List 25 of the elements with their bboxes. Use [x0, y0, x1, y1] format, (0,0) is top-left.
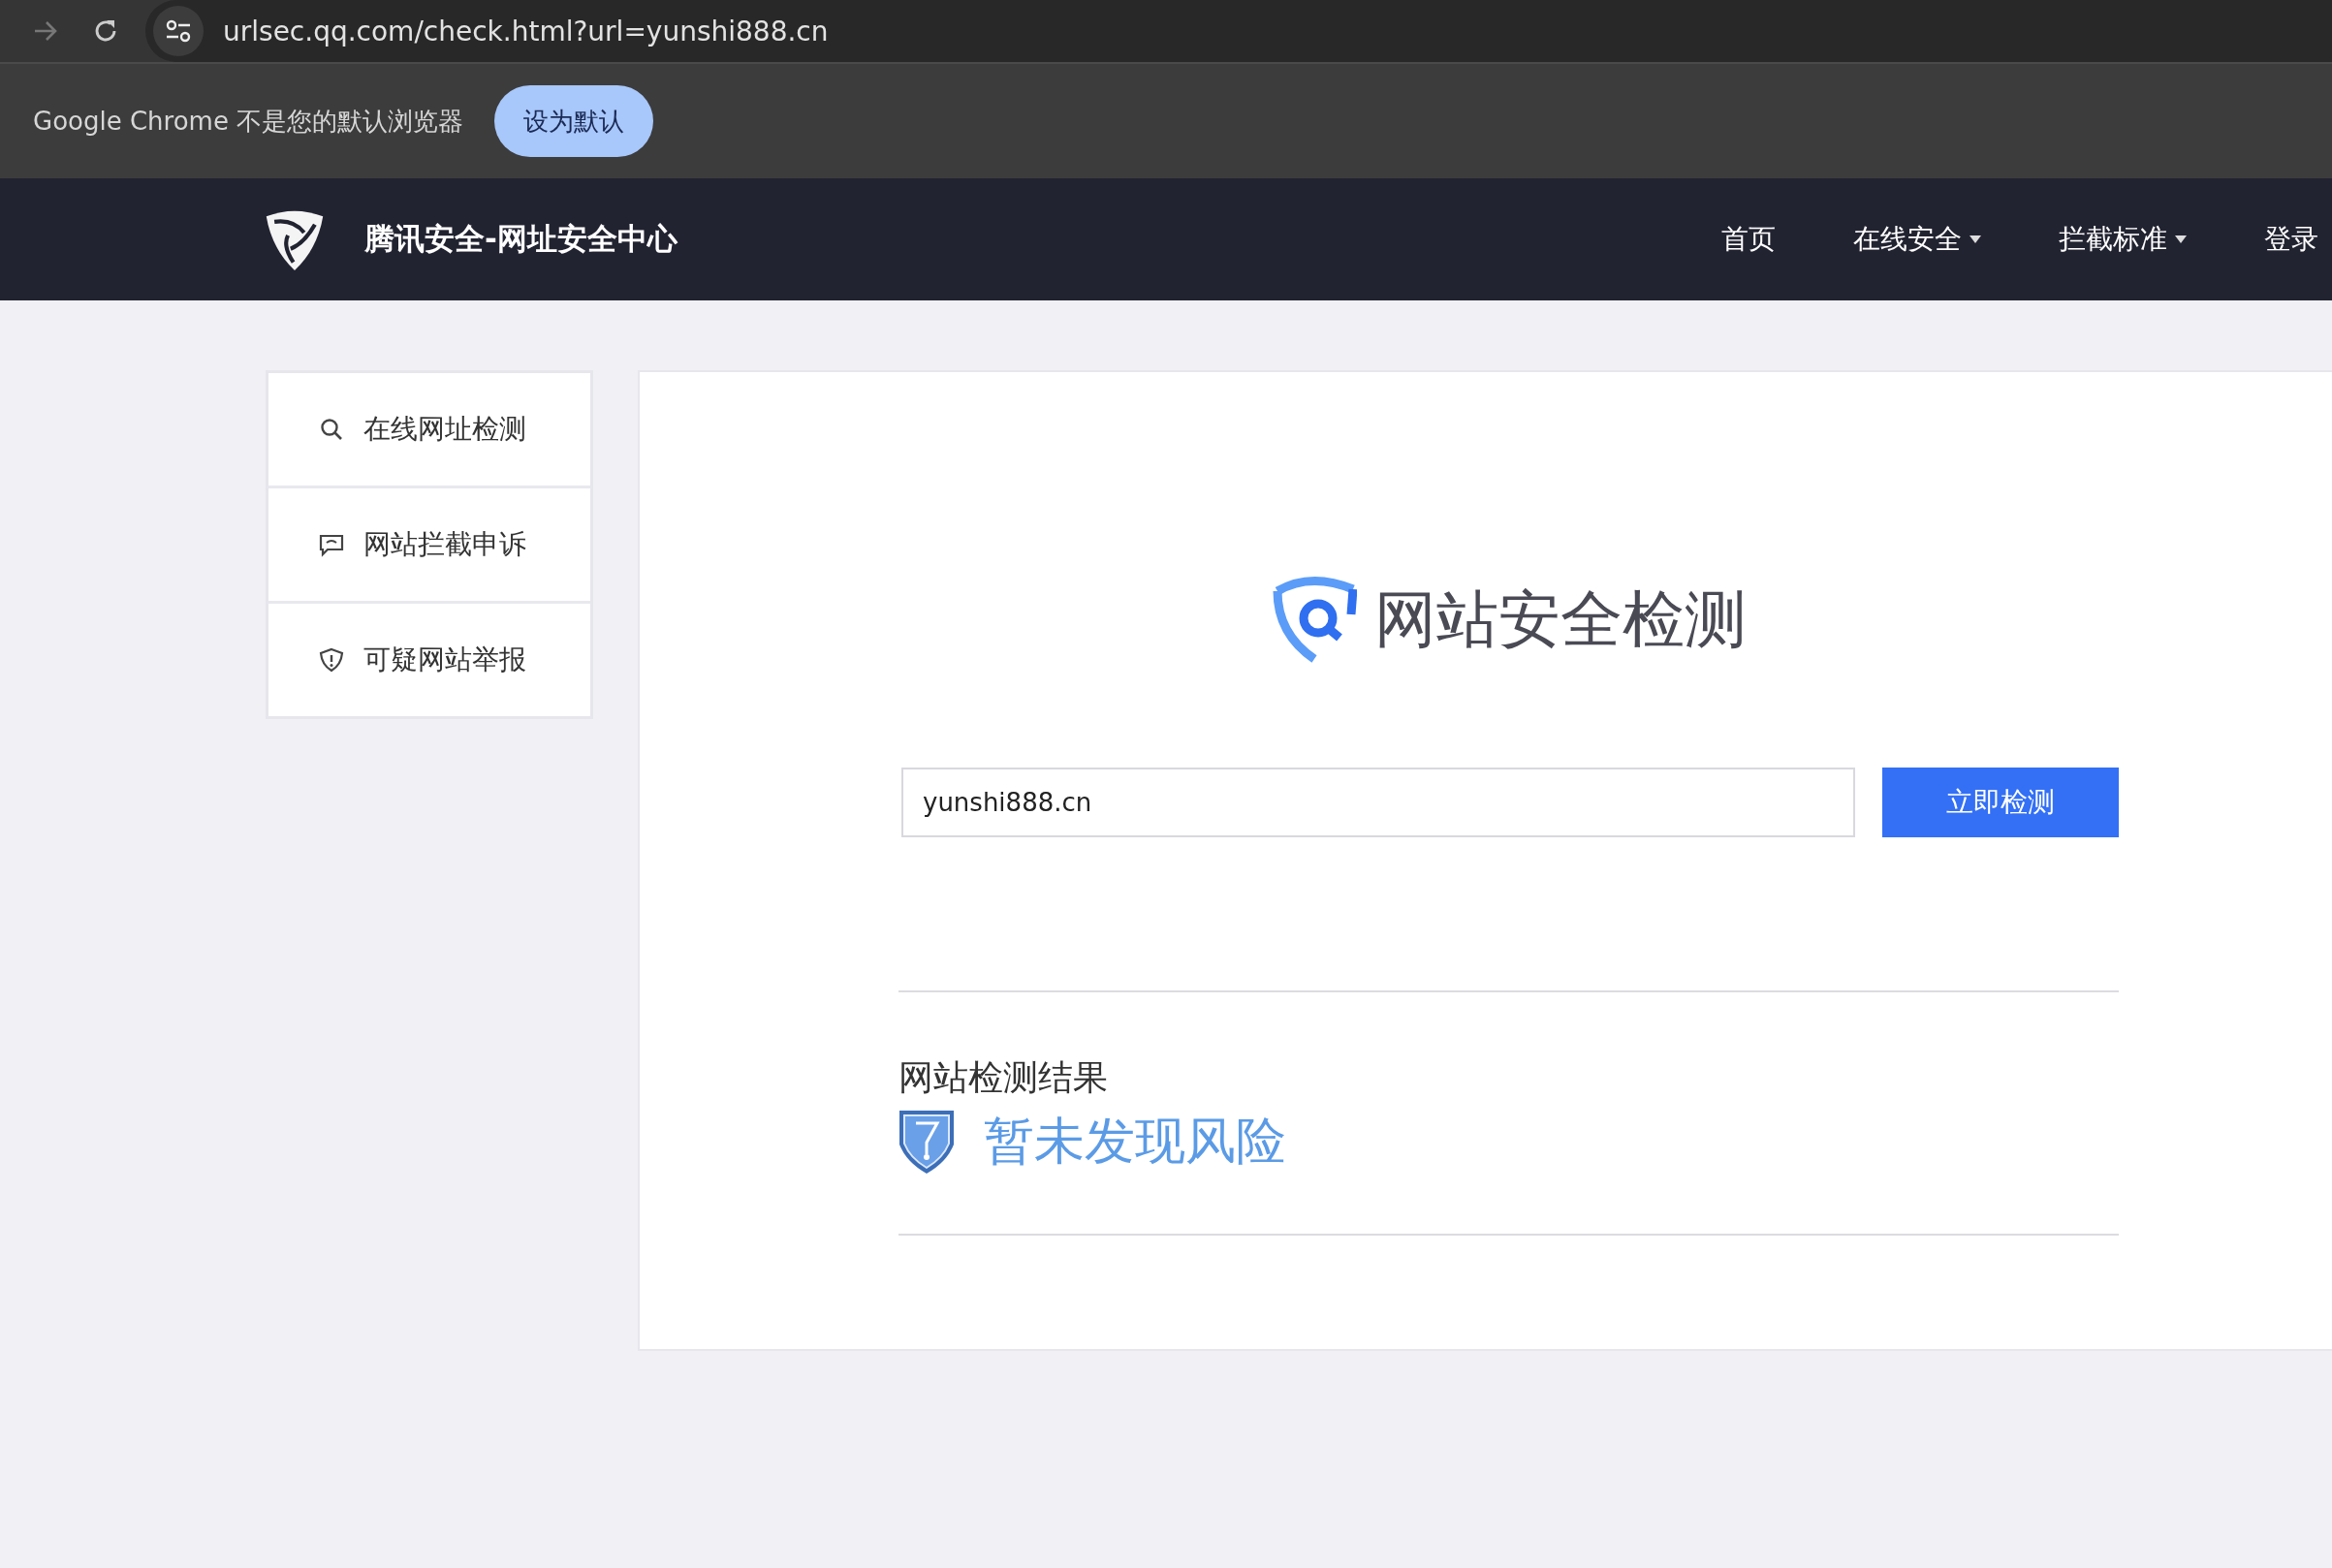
shield-icon [898, 1110, 955, 1174]
chat-bubble-icon [319, 532, 344, 557]
site-title[interactable]: 腾讯安全-网址安全中心 [364, 219, 678, 260]
search-icon [319, 417, 344, 442]
default-browser-message: Google Chrome 不是您的默认浏览器 [33, 105, 464, 138]
address-bar-url[interactable]: urlsec.qq.com/check.html?url=yunshi888.cn [223, 15, 829, 47]
nav-link[interactable]: 首页 [1721, 221, 1776, 258]
result-heading: 网站检测结果 [898, 1056, 1109, 1099]
sidebar-item[interactable]: 可疑网站举报 [363, 642, 526, 678]
site-settings-icon[interactable] [153, 6, 204, 56]
nav-link[interactable]: 在线安全 [1853, 221, 1981, 258]
url-input-field[interactable]: yunshi888.cn [901, 768, 1855, 837]
shield-search-icon [1271, 576, 1357, 663]
page-title: 网站安全检测 [1373, 581, 1747, 657]
shield-alert-icon [319, 647, 344, 673]
check-button[interactable]: 立即检测 [1882, 768, 2119, 837]
sidebar-item[interactable]: 网站拦截申诉 [363, 526, 526, 563]
result-status: 暂未发现风险 [984, 1111, 1286, 1172]
set-default-button[interactable]: 设为默认 [494, 85, 654, 157]
caret-icon [1970, 235, 1981, 243]
sidebar-item[interactable]: 在线网址检测 [363, 411, 526, 448]
shield-logo-icon[interactable] [264, 208, 326, 270]
nav-link[interactable]: 拦截标准 [2059, 221, 2187, 258]
caret-icon [2175, 235, 2187, 243]
nav-link[interactable]: 登录 [2264, 221, 2318, 258]
